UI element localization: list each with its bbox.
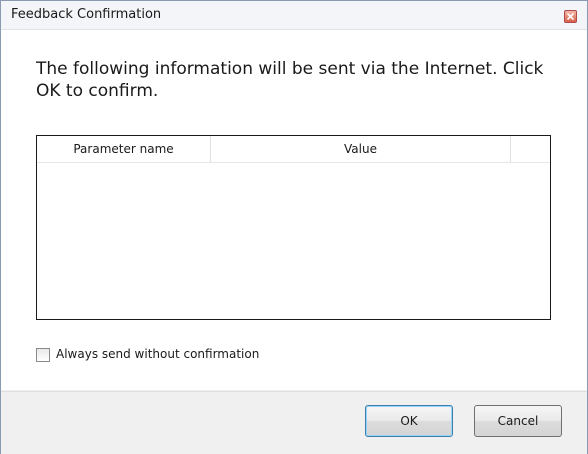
parameters-table[interactable]: Parameter name Value: [36, 135, 551, 320]
window-title: Feedback Confirmation: [11, 7, 162, 22]
ok-button[interactable]: OK: [365, 405, 453, 437]
feedback-confirmation-dialog: Feedback Confirmation The following info…: [0, 0, 588, 454]
table-header: Parameter name Value: [37, 136, 550, 163]
cancel-button[interactable]: Cancel: [474, 405, 562, 437]
button-bar: OK Cancel: [1, 391, 587, 454]
close-icon: [567, 13, 574, 20]
column-header-filler: [511, 136, 550, 162]
confirmation-message: The following information will be sent v…: [36, 59, 544, 101]
column-header-parameter-name[interactable]: Parameter name: [37, 136, 211, 162]
dialog-content: The following information will be sent v…: [1, 30, 587, 390]
close-button[interactable]: [564, 10, 577, 23]
always-send-checkbox[interactable]: [36, 348, 50, 362]
always-send-label[interactable]: Always send without confirmation: [56, 347, 259, 361]
title-bar: Feedback Confirmation: [1, 1, 587, 30]
column-header-value[interactable]: Value: [211, 136, 511, 162]
